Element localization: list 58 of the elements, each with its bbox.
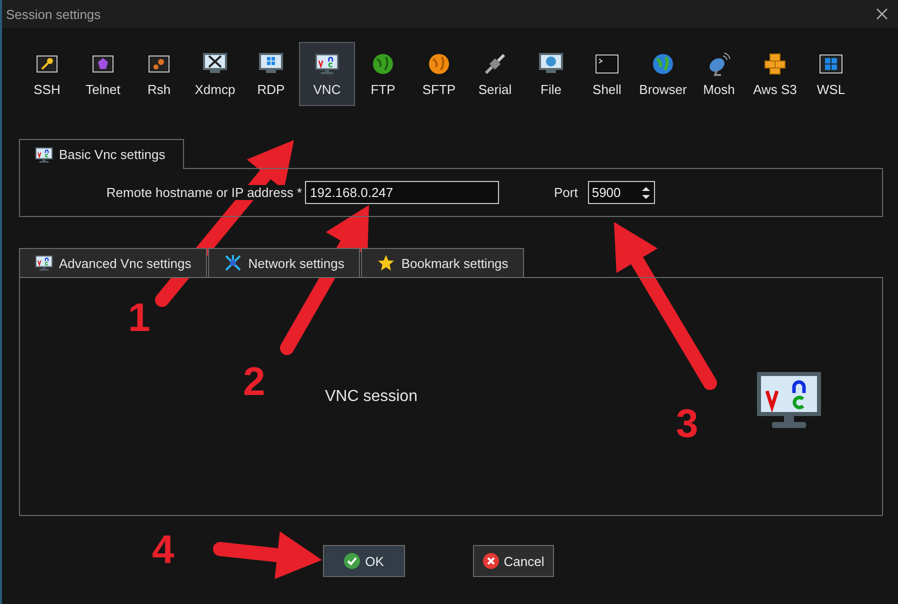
close-button[interactable]	[874, 6, 890, 22]
protocol-button[interactable]: Shell	[579, 42, 635, 106]
basic-settings-tab[interactable]: Basic Vnc settings	[19, 139, 184, 169]
monitor-icon	[539, 52, 563, 74]
globe-icon	[372, 52, 394, 74]
port-label: Port	[554, 185, 578, 200]
settings-tab[interactable]: Bookmark settings	[361, 248, 524, 277]
close-icon	[482, 553, 499, 569]
protocol-button[interactable]: Xdmcp	[187, 42, 243, 106]
monitor-icon	[315, 52, 339, 74]
gem-icon	[92, 54, 114, 72]
protocol-button[interactable]: FTP	[355, 42, 411, 106]
tab-label: Basic Vnc settings	[59, 147, 166, 162]
windows-icon	[819, 54, 843, 74]
plug-icon	[483, 52, 507, 76]
protocol-button[interactable]: Aws S3	[747, 42, 803, 106]
star-icon	[377, 254, 396, 272]
gears-icon	[148, 54, 170, 72]
ok-button[interactable]: OK	[323, 545, 405, 577]
port-spinbox[interactable]: 5900	[588, 181, 655, 204]
tab-label: Bookmark settings	[401, 256, 508, 270]
protocol-button[interactable]: SSH	[19, 42, 75, 106]
window-title: Session settings	[6, 6, 101, 22]
protocol-button[interactable]: SFTP	[411, 42, 467, 106]
key-icon	[36, 54, 58, 72]
spin-arrows-icon	[642, 186, 650, 200]
globe-icon	[652, 52, 674, 74]
protocol-button[interactable]: RDP	[243, 42, 299, 106]
monitor-icon	[35, 255, 53, 271]
monitor-icon	[35, 146, 53, 162]
settings-tab[interactable]: Network settings	[208, 248, 360, 277]
protocol-button[interactable]: Serial	[467, 42, 523, 106]
globe-icon	[428, 52, 450, 74]
monitor-icon	[259, 52, 283, 74]
protocol-button[interactable]: VNC	[299, 42, 355, 106]
protocol-button[interactable]: Browser	[635, 42, 691, 106]
step-number: 3	[676, 402, 698, 447]
monitor-icon	[203, 52, 227, 74]
step-number: 1	[128, 296, 150, 341]
step-number: 4	[152, 528, 174, 573]
check-icon	[344, 553, 360, 569]
monitor-icon	[756, 371, 822, 429]
terminal-icon	[595, 54, 619, 74]
network-icon	[224, 254, 242, 272]
protocol-button[interactable]: Telnet	[75, 42, 131, 106]
protocol-button[interactable]: WSL	[803, 42, 859, 106]
boxes-icon	[763, 52, 787, 74]
step-number: 2	[243, 360, 266, 405]
tab-label: Advanced Vnc settings	[59, 256, 192, 270]
satellite-dish-icon	[707, 52, 731, 76]
tab-label: Network settings	[248, 256, 344, 270]
settings-tab[interactable]: Advanced Vnc settings	[19, 248, 208, 277]
host-field[interactable]: 192.168.0.247	[305, 181, 499, 204]
protocol-button[interactable]: Rsh	[131, 42, 187, 106]
cancel-button[interactable]: Cancel	[473, 545, 554, 577]
protocol-button[interactable]: Mosh	[691, 42, 747, 106]
session-type-label: VNC session	[325, 388, 418, 406]
protocol-button[interactable]: File	[523, 42, 579, 106]
